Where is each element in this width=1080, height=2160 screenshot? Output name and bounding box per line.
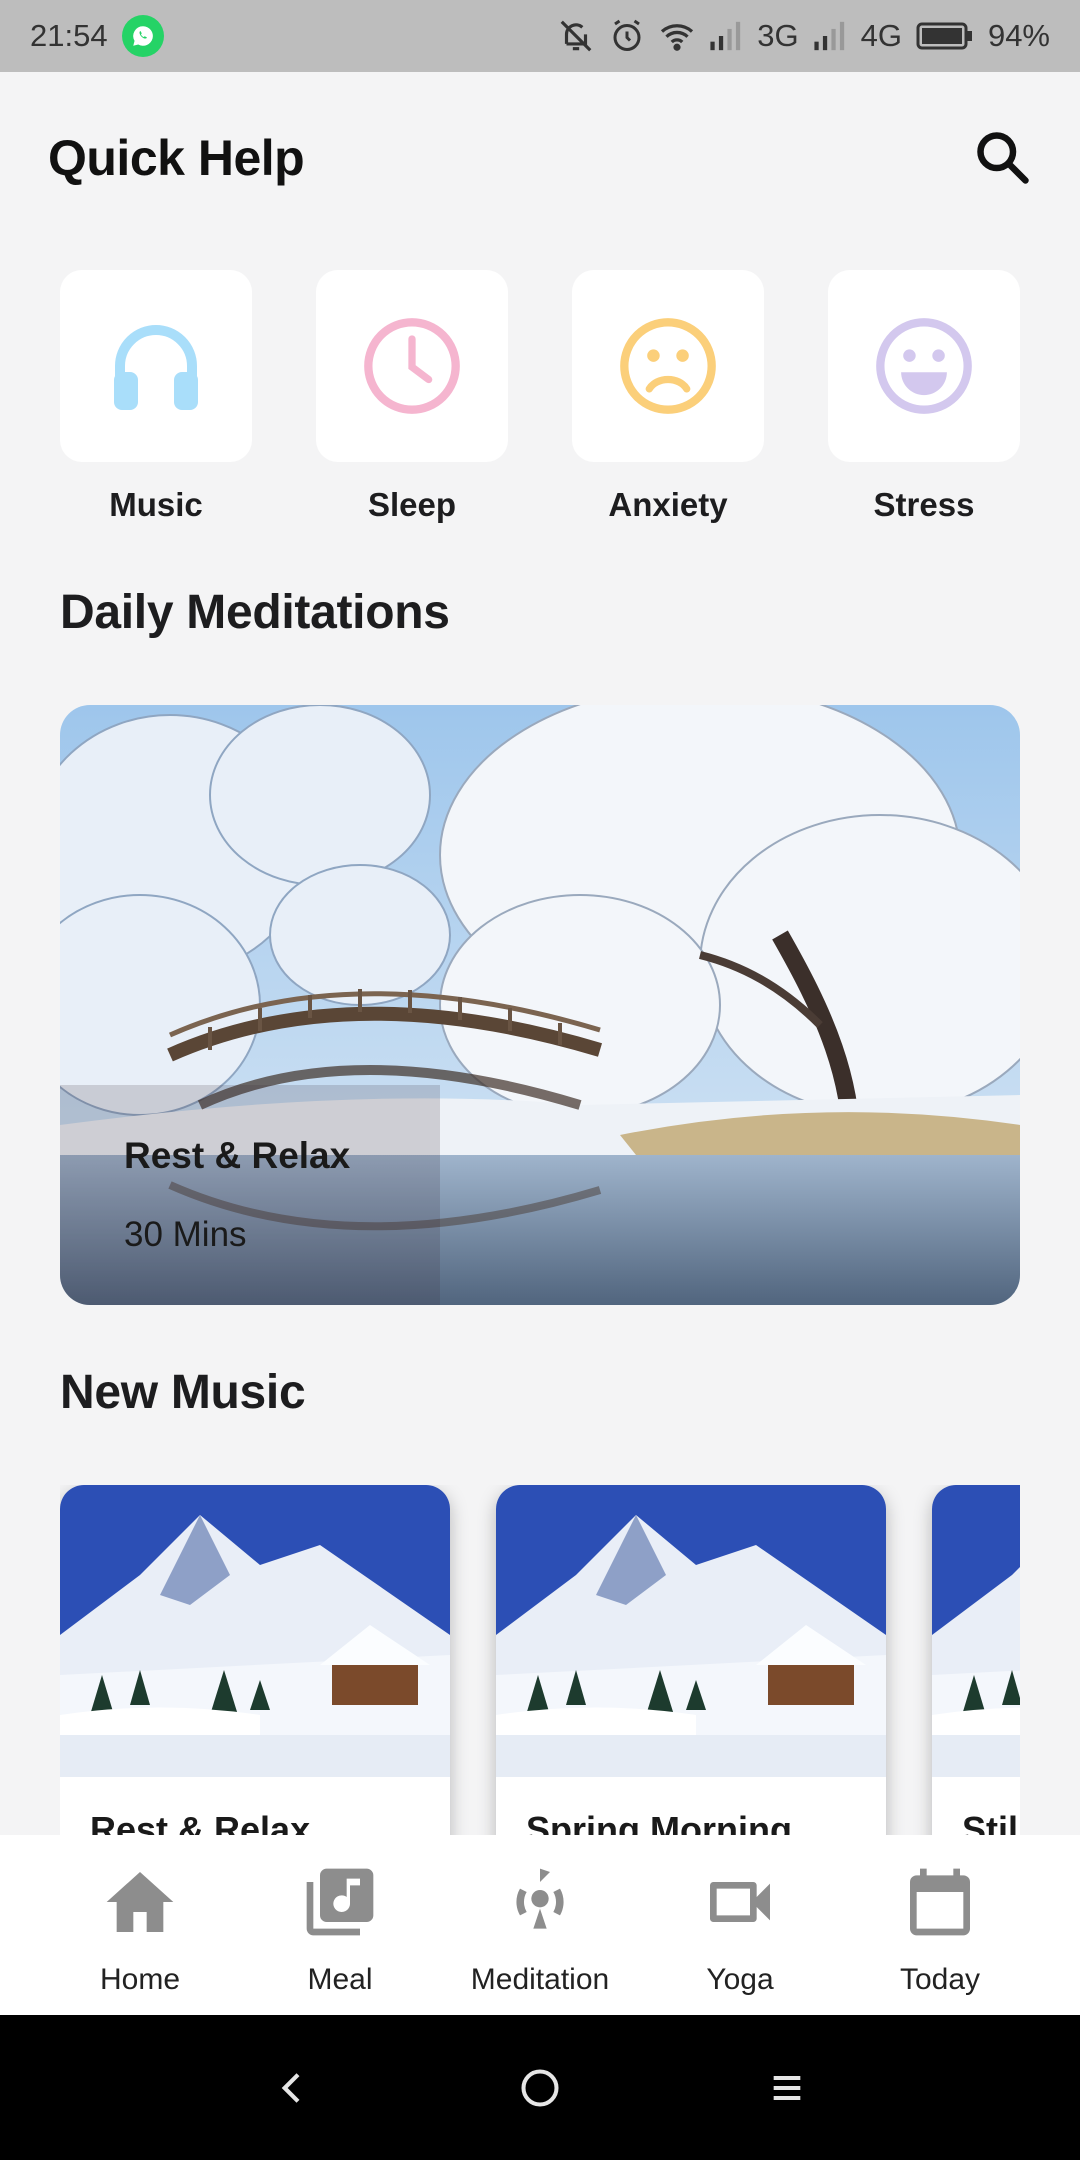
bottom-nav: Home Meal Meditation Yoga Today (0, 1835, 1080, 2015)
alarm-icon (609, 18, 645, 54)
quick-help-tile (60, 270, 252, 462)
home-circle-icon (521, 2068, 559, 2107)
quick-help-label: Anxiety (608, 486, 728, 523)
quick-help-label: Stress (873, 486, 975, 523)
headphones-icon (114, 325, 198, 410)
network-3g-label: 3G (757, 18, 799, 53)
nav-label: Today (899, 1963, 981, 1996)
back-button[interactable] (253, 2048, 333, 2128)
music-title: Rest & Relax (90, 1809, 311, 1835)
music-card[interactable]: Rest & Relax (60, 1485, 450, 1835)
music-card[interactable]: Spring Morning (496, 1485, 886, 1835)
menu-lines-icon (773, 2075, 800, 2100)
meditation-card[interactable]: Rest & Relax 30 Mins (60, 705, 1020, 1305)
snowy-mountain-image (496, 1485, 886, 1777)
sad-face-icon (620, 318, 716, 414)
quick-help-label: Music (109, 486, 203, 523)
whatsapp-icon (121, 15, 164, 57)
nav-label: Meditation (470, 1963, 610, 1996)
status-right: 3G 4G 94% (557, 17, 1050, 55)
home-icon (95, 1857, 185, 1947)
music-title: Still (962, 1809, 1020, 1835)
status-time: 21:54 (30, 18, 108, 53)
video-camera-icon (695, 1857, 785, 1947)
nav-home[interactable]: Home (50, 1857, 230, 1997)
mute-bell-icon (557, 17, 595, 55)
home-button[interactable] (500, 2048, 580, 2128)
calendar-icon (895, 1857, 985, 1947)
quick-help-tile (572, 270, 764, 462)
snowy-mountain-image (932, 1485, 1020, 1777)
quick-help-sleep[interactable]: Sleep (316, 270, 508, 524)
quick-help-tile (828, 270, 1020, 462)
meditation-title: Rest & Relax (124, 1135, 351, 1176)
smile-face-icon (876, 318, 972, 414)
page-title: Quick Help (48, 130, 305, 186)
quick-help-music[interactable]: Music (60, 270, 252, 524)
status-left: 21:54 (30, 15, 164, 57)
app-screen: 21:54 3G 4G 94% Quick Help Music Sleep A… (0, 0, 1080, 2160)
status-bar: 21:54 3G 4G 94% (0, 0, 1080, 72)
search-icon (977, 132, 1029, 184)
quick-help-stress[interactable]: Stress (828, 270, 1020, 524)
new-music-title: New Music (60, 1366, 306, 1419)
nav-label: Yoga (706, 1963, 774, 1996)
search-button[interactable] (968, 123, 1038, 193)
music-card[interactable]: Still (932, 1485, 1020, 1835)
header: Quick Help (48, 118, 1038, 198)
back-chevron-icon (282, 2072, 300, 2103)
daily-meditations-title: Daily Meditations (60, 586, 450, 639)
quick-help-row: Music Sleep Anxiety Stress (60, 270, 1020, 524)
signal-icon (709, 21, 743, 51)
nav-yoga[interactable]: Yoga (650, 1857, 830, 1997)
quick-help-anxiety[interactable]: Anxiety (572, 270, 764, 524)
battery-percent: 94% (987, 18, 1050, 53)
quick-help-tile (316, 270, 508, 462)
battery-icon (916, 21, 974, 51)
nav-meditation[interactable]: Meditation (450, 1857, 630, 1997)
music-carousel[interactable]: Rest & Relax Spring Morning Stil (60, 1485, 1020, 1835)
clock-icon (364, 318, 460, 414)
quick-help-label: Sleep (367, 486, 457, 523)
network-4g-label: 4G (860, 18, 902, 53)
nav-today[interactable]: Today (850, 1857, 1030, 1997)
music-title: Spring Morning (526, 1809, 792, 1835)
music-library-icon (295, 1857, 385, 1947)
snowy-mountain-image (60, 1485, 450, 1777)
system-nav-bar (0, 2015, 1080, 2160)
recents-button[interactable] (747, 2048, 827, 2128)
wifi-icon (659, 18, 695, 54)
nav-label: Home (99, 1963, 181, 1996)
nav-label: Meal (307, 1963, 373, 1996)
signal-icon-2 (813, 21, 847, 51)
nav-meal[interactable]: Meal (250, 1857, 430, 1997)
meditation-duration: 30 Mins (124, 1215, 247, 1254)
meditation-icon (495, 1857, 585, 1947)
